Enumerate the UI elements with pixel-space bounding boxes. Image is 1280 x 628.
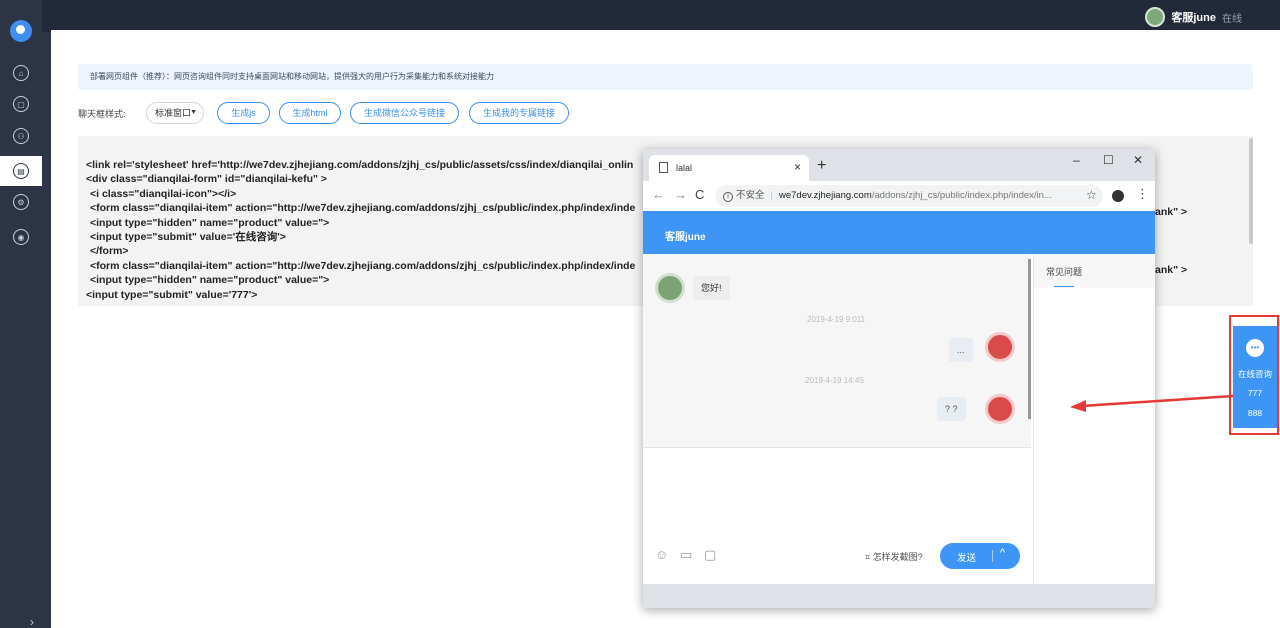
browser-tab[interactable]: lalal × (649, 155, 809, 181)
emoji-icon[interactable]: ☺ (655, 547, 668, 562)
app-logo (10, 20, 32, 42)
tab-underline (1054, 286, 1074, 287)
reload-icon[interactable]: C (695, 187, 704, 202)
code-scrollbar[interactable] (1249, 138, 1253, 244)
floating-consult-widget[interactable]: ••• 在线咨询 777 888 (1233, 326, 1277, 428)
agent-avatar (655, 273, 685, 303)
user-avatar (985, 332, 1015, 362)
message-input[interactable]: ☺ ▭ ▢ ⌗ 怎样发截图? 发送 ^ (643, 447, 1031, 584)
account-icon: ◉ (13, 229, 29, 245)
menu-icon[interactable]: ⋮ (1136, 186, 1149, 202)
chat-bubble-icon: ••• (1246, 339, 1264, 357)
style-label: 聊天框样式: (78, 109, 126, 119)
bookmark-star-icon[interactable]: ☆ (1086, 188, 1097, 202)
faq-panel: 常见问题 (1033, 254, 1155, 584)
style-select[interactable]: 标准窗口 ▼ (146, 102, 204, 124)
divider: | (770, 190, 773, 201)
user-avatar (985, 394, 1015, 424)
message-time: 2019-4-19 9:011 (807, 315, 866, 324)
chat-header: 客服june (643, 211, 1155, 254)
generate-js-button[interactable]: 生成js (217, 102, 270, 124)
back-icon[interactable]: ← (652, 187, 665, 202)
url-path: /addons/zjhj_cs/public/index.php/index/i… (871, 190, 1052, 201)
message-bubble: ... (949, 338, 973, 362)
sidebar-item-home[interactable]: ⌂ (0, 58, 42, 88)
maximize-icon[interactable]: ☐ (1103, 153, 1114, 167)
browser-window: lalal × + – ☐ ✕ ← → C i 不安全 | we7dev.zjheji… (643, 149, 1155, 608)
message-time: 2019-4-19 14:45 (805, 376, 864, 385)
screenshot-help-label: 怎样发截图? (872, 552, 923, 562)
chat-icon: ▢ (13, 96, 29, 112)
screenshot-help-link[interactable]: ⌗ 怎样发截图? (865, 550, 923, 563)
generate-wechat-link-button[interactable]: 生成微信公众号链接 (350, 102, 459, 124)
browser-toolbar: ← → C i 不安全 | we7dev.zjhejiang.com/addons/z… (643, 181, 1155, 211)
crop-icon: ⌗ (865, 552, 873, 562)
consult-item[interactable]: 777 (1233, 388, 1277, 398)
style-select-value: 标准窗口 (155, 108, 192, 118)
sidebar-item-users[interactable]: ⚇ (0, 121, 42, 151)
agent-status: 在线 (1222, 13, 1242, 25)
sidebar: ⌂ ▢ ⚇ ▤ ⚙ ◉ › (0, 0, 42, 628)
agent-name: 客服june (1171, 12, 1216, 24)
tab-faq[interactable]: 常见问题 (1046, 265, 1082, 278)
divider (992, 550, 993, 562)
home-icon: ⌂ (13, 65, 29, 81)
agent-profile[interactable]: 客服june 在线 (1145, 7, 1242, 27)
browser-footer (643, 584, 1155, 608)
tab-title: lalal (676, 163, 693, 173)
caret-down-icon: ▼ (190, 109, 197, 116)
consult-item[interactable]: 888 (1233, 408, 1277, 418)
chevron-up-icon[interactable]: ^ (1000, 547, 1005, 559)
users-icon: ⚇ (13, 128, 29, 144)
forward-icon[interactable]: → (674, 187, 687, 202)
profile-icon[interactable] (1112, 190, 1124, 202)
info-icon: i (723, 192, 733, 202)
top-bar: 客服june 在线 (0, 0, 1280, 32)
message-scrollbar[interactable] (1028, 259, 1031, 419)
sidebar-item-chat[interactable]: ▢ (0, 89, 42, 119)
message-bubble: 您好! (693, 276, 730, 300)
code-overflow-text: ank" > (1155, 264, 1188, 276)
sidebar-item-embed[interactable]: ▤ (0, 156, 42, 186)
insecure-label: 不安全 (736, 190, 765, 201)
new-tab-icon[interactable]: + (817, 157, 826, 175)
page-icon (659, 162, 668, 173)
send-button[interactable]: 发送 ^ (940, 543, 1020, 569)
code-overflow-text: ank" > (1155, 206, 1188, 218)
chat-widget: 客服june 您好! 2019-4-19 9:011 ... 2019-4-19… (643, 211, 1155, 584)
message-bubble: ? ? (937, 397, 966, 421)
address-bar[interactable]: i 不安全 | we7dev.zjhejiang.com/addons/zjhj_cs… (715, 185, 1103, 207)
close-tab-icon[interactable]: × (794, 160, 801, 174)
collapse-icon[interactable]: › (30, 615, 34, 628)
faq-tab-bar: 常见问题 (1034, 254, 1155, 288)
close-window-icon[interactable]: ✕ (1133, 153, 1143, 167)
send-label: 发送 (957, 553, 977, 564)
settings-icon: ⚙ (13, 194, 29, 210)
minimize-icon[interactable]: – (1073, 153, 1080, 167)
generate-my-link-button[interactable]: 生成我的专属链接 (469, 102, 569, 124)
image-icon[interactable]: ▭ (680, 547, 692, 563)
url-host: we7dev.zjhejiang.com (778, 190, 872, 201)
sidebar-item-account[interactable]: ◉ (0, 222, 42, 252)
consult-label[interactable]: 在线咨询 (1233, 368, 1277, 380)
generate-html-button[interactable]: 生成html (279, 102, 341, 124)
notice-bar: 部署网页组件（推荐）：网页咨询组件同时支持桌面网站和移动网站，提供强大的用户行为… (78, 64, 1253, 90)
folder-icon[interactable]: ▢ (704, 547, 716, 563)
chat-agent-name: 客服june (665, 232, 706, 243)
message-list[interactable]: 您好! 2019-4-19 9:011 ... 2019-4-19 14:45 … (643, 254, 1031, 447)
agent-avatar (1145, 7, 1166, 27)
embed-icon: ▤ (13, 163, 29, 179)
sidebar-item-settings[interactable]: ⚙ (0, 187, 42, 217)
